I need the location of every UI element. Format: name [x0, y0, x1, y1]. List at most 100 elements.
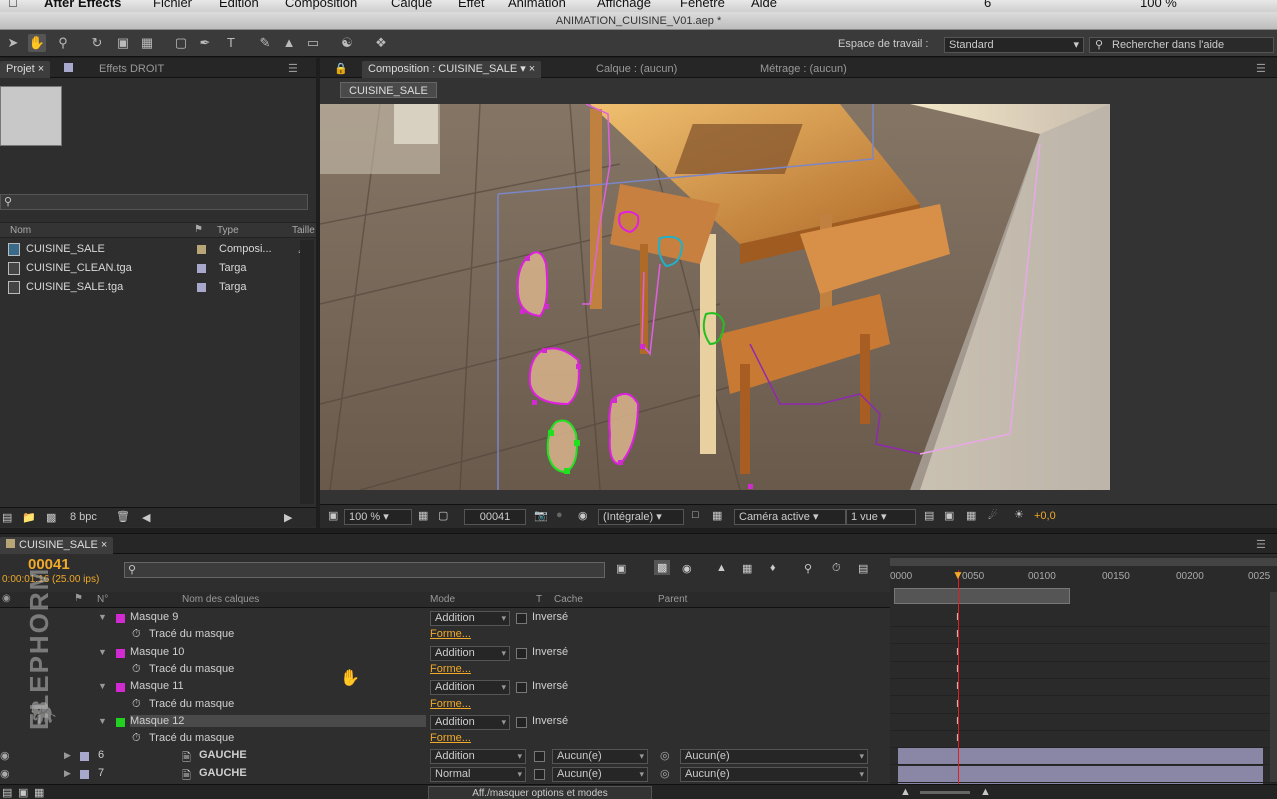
timeline-lane[interactable] [890, 748, 1277, 766]
timeline-icon[interactable]: ▦ [966, 509, 976, 522]
menu-fenetre[interactable]: Fenêtre [680, 0, 725, 10]
menu-animation[interactable]: Animation [508, 0, 566, 10]
eye-icon[interactable]: ◉ [0, 749, 10, 762]
mask-row[interactable]: ▼ Masque 11 Addition Inversé [0, 679, 890, 696]
rotate-tool-icon[interactable]: ↻ [88, 34, 106, 52]
frame-blending-icon[interactable]: ▲ [716, 562, 727, 574]
layer-color-swatch[interactable] [80, 769, 89, 779]
col-num[interactable]: N° [97, 594, 108, 605]
layer-row[interactable]: ◉▶7🗎GAUCHENormalAucun(e)◎Aucun(e) [0, 766, 890, 783]
mask-visibility-icon[interactable]: ▢ [438, 509, 448, 522]
layer-duration-bar[interactable] [898, 765, 1263, 782]
parent-select[interactable]: Aucun(e) [680, 749, 868, 765]
project-search-input[interactable]: ⚲ [0, 194, 308, 210]
help-search-input[interactable]: ⚲ Rechercher dans l'aide [1089, 37, 1274, 53]
pick-whip-icon[interactable]: ◎ [660, 749, 670, 762]
mask-name[interactable]: Masque 12 [130, 714, 426, 727]
mask-shape-link[interactable]: Forme... [430, 663, 471, 675]
region-of-interest-icon[interactable]: □ [692, 509, 699, 521]
safe-zones-icon[interactable]: ▦ [418, 509, 428, 522]
timeline-lane[interactable]: I [890, 731, 1277, 749]
menu-aide[interactable]: Aide [751, 0, 777, 10]
col-size[interactable]: Taille [292, 225, 315, 236]
time-navigator[interactable] [890, 558, 1277, 566]
layer-color-swatch[interactable] [80, 752, 89, 762]
comp-mini-flowchart-icon[interactable]: ▣ [616, 562, 626, 575]
zoom-slider[interactable] [920, 791, 970, 794]
puppet-tool-icon[interactable]: ❖ [372, 34, 390, 52]
timeline-lane[interactable]: I [890, 610, 1277, 627]
hide-shy-layers-icon[interactable]: ◉ [682, 562, 692, 575]
timeline-lane[interactable]: I [890, 697, 1277, 714]
layer-row[interactable]: ◉▶6🗎GAUCHEAdditionAucun(e)◎Aucun(e) [0, 748, 890, 765]
tab-footage[interactable]: Métrage : (aucun) [754, 61, 853, 78]
mask-shape-link[interactable]: Forme... [430, 628, 471, 640]
toggle-switches-icon[interactable]: ▣ [18, 786, 28, 799]
motion-blur-icon[interactable]: ▦ [742, 562, 752, 575]
rectangle-tool-icon[interactable]: ▢ [172, 34, 190, 52]
brush-tool-icon[interactable]: ✎ [256, 34, 274, 52]
toggle-switches-modes-button[interactable]: Aff./masquer options et modes [428, 786, 652, 799]
mask-path-row[interactable]: ⏱ Tracé du masque Forme... [0, 697, 890, 714]
draft-3d-icon[interactable]: ▩ [654, 560, 671, 575]
twirl-right-icon[interactable]: ▶ [64, 768, 71, 779]
scroll-left-icon[interactable]: ◀ [142, 511, 150, 524]
exposure-icon[interactable]: ☀ [1014, 508, 1024, 521]
interpret-footage-icon[interactable]: ▤ [2, 511, 12, 524]
mask-row[interactable]: ▼ Masque 9 Addition Inversé [0, 610, 890, 627]
toggle-transfer-icon[interactable]: ▦ [34, 786, 44, 799]
preserve-transparency-checkbox[interactable] [534, 768, 545, 780]
label-tag-icon[interactable]: ⚑ [74, 593, 83, 604]
current-time-indicator[interactable] [958, 570, 959, 799]
tab-composition[interactable]: Composition : CUISINE_SALE ▾ × [362, 61, 542, 78]
mask-inverted-checkbox[interactable] [516, 716, 527, 728]
layer-mode-select[interactable]: Addition [430, 749, 526, 765]
resolution-select[interactable]: (Intégrale) ▾ [598, 509, 684, 525]
layer-duration-bar[interactable] [898, 748, 1263, 765]
camera-select[interactable]: Caméra active ▾ [734, 509, 846, 525]
project-item[interactable]: CUISINE_SALE Composi... ☄ [0, 240, 316, 259]
timeline-lane[interactable] [890, 765, 1277, 783]
bit-depth-label[interactable]: 8 bpc [70, 511, 97, 523]
mask-inverted-checkbox[interactable] [516, 613, 527, 624]
menu-affichage[interactable]: Affichage [597, 0, 651, 10]
workspace-select[interactable]: Standard ▾ [944, 37, 1084, 53]
menu-composition[interactable]: Composition [285, 0, 357, 10]
zoom-select[interactable]: 100 % ▾ [344, 509, 412, 525]
snapshot-icon[interactable]: 📷 [534, 509, 548, 522]
twirl-down-icon[interactable]: ▼ [98, 647, 107, 657]
scroll-right-icon[interactable]: ▶ [284, 511, 292, 524]
mask-row[interactable]: ▼ Masque 12 Addition Inversé [0, 714, 890, 731]
views-select[interactable]: 1 vue ▾ [846, 509, 916, 525]
timeline-lane[interactable]: I [890, 645, 1277, 662]
col-type[interactable]: Type [217, 225, 239, 236]
stopwatch-icon[interactable]: ⏱ [132, 732, 141, 745]
timeline-options-icon[interactable]: ▤ [858, 562, 868, 575]
time-ruler[interactable]: 0000 0050 00100 00150 00200 0025 [890, 568, 1277, 588]
stopwatch-icon[interactable]: ⏱ [132, 663, 141, 676]
current-frame-field[interactable]: 00041 [464, 509, 526, 525]
mask-shape-link[interactable]: Forme... [430, 732, 471, 744]
selection-tool-icon[interactable]: ➤ [4, 34, 22, 52]
pen-tool-icon[interactable]: ✒ [196, 34, 214, 52]
col-parent[interactable]: Parent [658, 594, 687, 605]
hand-tool-icon[interactable]: ✋ [28, 34, 46, 52]
panel-menu-icon[interactable]: ☰ [1250, 537, 1272, 554]
clone-tool-icon[interactable]: ▲ [280, 34, 298, 52]
project-item[interactable]: CUISINE_SALE.tga Targa [0, 278, 316, 297]
trash-icon[interactable]: 🗑 [116, 510, 130, 523]
twirl-down-icon[interactable]: ▼ [98, 612, 107, 622]
eye-icon[interactable]: ◉ [0, 767, 10, 780]
new-composition-icon[interactable]: ▩ [46, 511, 56, 524]
panel-menu-icon[interactable]: ☰ [1250, 61, 1272, 78]
tab-layer[interactable]: Calque : (aucun) [590, 61, 683, 78]
menu-calque[interactable]: Calque [391, 0, 432, 10]
camera-tool-icon[interactable]: ▣ [114, 34, 132, 52]
col-t[interactable]: T [536, 594, 542, 605]
roto-brush-tool-icon[interactable]: ☯ [338, 34, 356, 52]
brainstorm-icon[interactable]: ♦ [770, 562, 776, 574]
timeline-lane[interactable]: I [890, 679, 1277, 697]
mask-color-swatch[interactable] [116, 614, 125, 623]
fast-previews-icon[interactable]: ▣ [944, 509, 954, 522]
menu-app[interactable]: After Effects [44, 0, 121, 10]
